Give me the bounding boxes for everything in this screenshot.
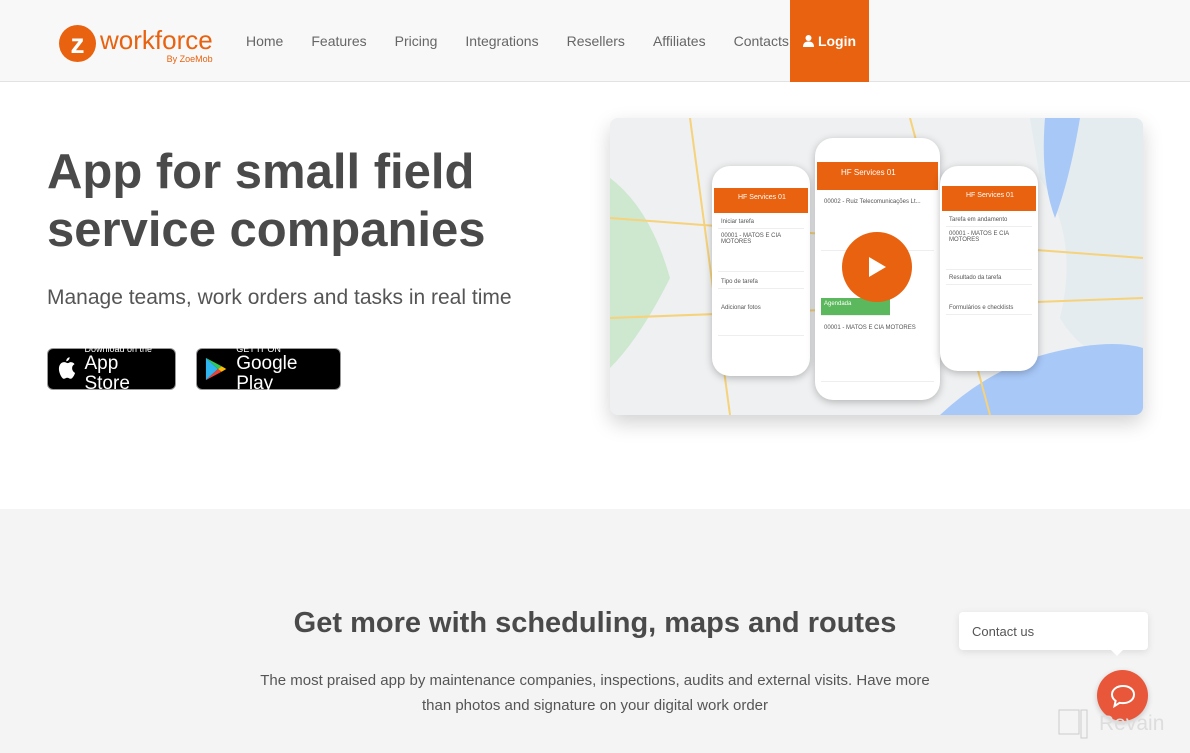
task-item: Iniciar tarefa [718, 216, 804, 229]
revain-logo-icon [1058, 709, 1088, 739]
phone-left: HF Services 01 Iniciar tarefa 00001 - MA… [712, 166, 810, 376]
logo-name: workforce [100, 25, 213, 55]
revain-watermark: Revain [1057, 708, 1164, 740]
hero-title: App for small field service companies [47, 145, 486, 257]
app-store-button[interactable]: Download on the App Store [47, 344, 176, 394]
google-play-button[interactable]: GET IT ON Google Play [196, 344, 341, 394]
play-button[interactable] [842, 232, 912, 302]
apple-icon [58, 357, 76, 379]
section-text: The most praised app by maintenance comp… [260, 672, 930, 714]
task-item: Resultado da tarefa [946, 272, 1032, 285]
logo-tagline: By ZoeMob [166, 54, 213, 64]
phone-right: HF Services 01 Tarefa em andamento 00001… [940, 166, 1038, 371]
app-header: HF Services 01 [942, 186, 1036, 211]
nav-resellers[interactable]: Resellers [553, 0, 639, 82]
task-item: 00001 - MATOS E CIA MOTORES [718, 230, 804, 272]
user-icon [802, 35, 814, 47]
task-item: 00001 - MATOS E CIA MOTORES [946, 228, 1032, 270]
task-item: Adicionar fotos [718, 302, 804, 336]
logo-mark: z [59, 25, 96, 62]
revain-text: Revain [1099, 712, 1165, 735]
logo[interactable]: z workforce By ZoeMob [59, 25, 213, 64]
nav-features[interactable]: Features [297, 0, 380, 82]
login-button[interactable]: Login [790, 0, 869, 82]
play-icon [869, 257, 886, 277]
task-item: 00001 - MATOS E CIA MOTORES [821, 322, 934, 382]
login-label: Login [817, 33, 857, 49]
video-thumbnail[interactable]: HF Services 01 Iniciar tarefa 00001 - MA… [610, 118, 1143, 415]
google-play-big: Google Play [236, 353, 298, 394]
nav-affiliates[interactable]: Affiliates [639, 0, 720, 82]
contact-us-bubble[interactable]: Contact us [959, 612, 1148, 656]
nav-home[interactable]: Home [232, 0, 297, 82]
app-store-big: App Store [84, 353, 130, 394]
app-header: HF Services 01 [714, 188, 808, 213]
task-item: Formulários e checklists [946, 302, 1032, 315]
main-nav: Home Features Pricing Integrations Resel… [232, 0, 803, 82]
app-header: HF Services 01 [817, 162, 938, 190]
chat-bubble-icon [1110, 684, 1135, 708]
nav-integrations[interactable]: Integrations [451, 0, 552, 82]
header: z workforce By ZoeMob Home Features Pric… [0, 0, 1190, 82]
google-play-icon [205, 357, 227, 381]
nav-pricing[interactable]: Pricing [381, 0, 452, 82]
task-item: Tipo de tarefa [718, 276, 804, 289]
task-item: Tarefa em andamento [946, 214, 1032, 227]
hero-subtitle: Manage teams, work orders and tasks in r… [47, 286, 512, 309]
